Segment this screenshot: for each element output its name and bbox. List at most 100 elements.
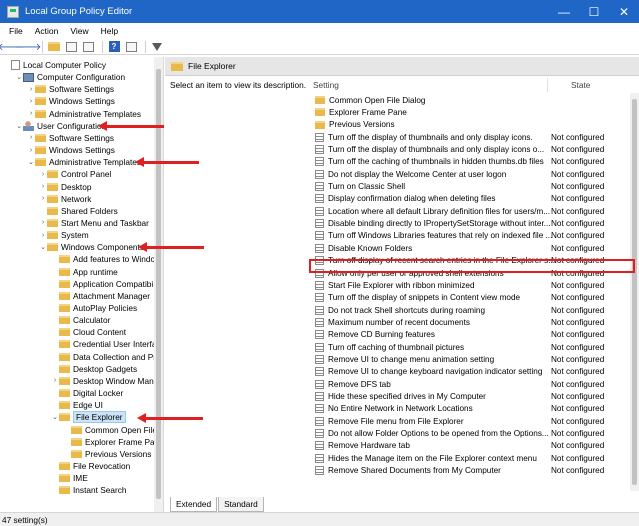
list-item[interactable]: Turn off the display of thumbnails and o… <box>309 131 631 143</box>
list-item[interactable]: Remove UI to change menu animation setti… <box>309 353 631 365</box>
tree-item[interactable]: ⌄ Computer Configuration <box>15 71 125 83</box>
tree-item[interactable]: › Start Menu and Taskbar <box>39 217 149 229</box>
list-item[interactable]: Remove Hardware tab Not configured <box>309 440 631 452</box>
list-item[interactable]: Disable Known Folders Not configured <box>309 242 631 254</box>
expand-chevron-icon[interactable]: › <box>39 232 47 239</box>
list-item[interactable]: Explorer Frame Pane <box>309 106 631 118</box>
list-item[interactable]: Remove UI to change keyboard navigation … <box>309 366 631 378</box>
list-scrollbar[interactable] <box>630 93 639 491</box>
list-item[interactable]: Turn off Windows Libraries features that… <box>309 230 631 242</box>
close-button[interactable]: ✕ <box>609 0 639 23</box>
list-item[interactable]: Previous Versions <box>309 119 631 131</box>
tree-item[interactable]: Data Collection and Pr <box>51 351 156 363</box>
tree-item[interactable]: IME <box>51 472 88 484</box>
list-item[interactable]: Remove DFS tab Not configured <box>309 378 631 390</box>
menu-view[interactable]: View <box>64 26 94 36</box>
list-item[interactable]: Display confirmation dialog when deletin… <box>309 193 631 205</box>
expand-chevron-icon[interactable]: › <box>27 147 35 154</box>
list-item[interactable]: Common Open File Dialog <box>309 94 631 106</box>
expand-chevron-icon[interactable]: › <box>39 171 47 178</box>
list-item[interactable]: Turn off caching of thumbnail pictures No… <box>309 341 631 353</box>
list-item[interactable]: Do not track Shell shortcuts during roam… <box>309 304 631 316</box>
tree-item[interactable]: Credential User Interfac <box>51 338 161 350</box>
expand-chevron-icon[interactable]: ⌄ <box>15 122 23 130</box>
tree-item[interactable]: › Windows Settings <box>27 144 115 156</box>
expand-chevron-icon[interactable]: › <box>27 134 35 141</box>
list-item[interactable]: No Entire Network in Network Locations No… <box>309 403 631 415</box>
column-divider[interactable] <box>547 78 548 92</box>
list-scroll-thumb[interactable] <box>632 99 637 485</box>
list-item[interactable]: Turn off the display of thumbnails and o… <box>309 143 631 155</box>
tree-item[interactable]: › Control Panel <box>39 168 111 180</box>
tab-standard[interactable]: Standard <box>218 497 264 512</box>
menu-help[interactable]: Help <box>95 26 124 36</box>
list-item[interactable]: Turn on Classic Shell Not configured <box>309 180 631 192</box>
tree-item[interactable]: › Desktop Window Mana <box>51 375 158 387</box>
expand-chevron-icon[interactable]: › <box>27 86 35 93</box>
tree-item[interactable]: Shared Folders <box>39 205 118 217</box>
properties-icon[interactable] <box>124 40 138 53</box>
tree-item[interactable]: Previous Versions <box>63 448 151 460</box>
expand-chevron-icon[interactable]: ⌄ <box>27 158 35 166</box>
column-header-state[interactable]: State <box>571 76 590 93</box>
tree-item[interactable]: Explorer Frame Pan <box>63 436 159 448</box>
tree-item[interactable]: Cloud Content <box>51 326 126 338</box>
list-item[interactable]: Remove Shared Documents from My Computer… <box>309 465 631 477</box>
tree-item[interactable]: Application Compatibi <box>51 278 153 290</box>
expand-chevron-icon[interactable]: ⌄ <box>15 73 23 81</box>
tree-scroll-thumb[interactable] <box>156 69 161 499</box>
tree-item[interactable]: App runtime <box>51 266 118 278</box>
expand-chevron-icon[interactable]: › <box>39 183 47 190</box>
tree-item[interactable]: Add features to Windo <box>51 253 155 265</box>
tree-item[interactable]: Common Open File <box>63 424 157 436</box>
tree-item[interactable]: › Software Settings <box>27 83 114 95</box>
tree-item[interactable]: › Software Settings <box>27 132 114 144</box>
list-item[interactable]: Remove File menu from File Explorer Not c… <box>309 415 631 427</box>
tree-item[interactable]: Edge UI <box>51 399 103 411</box>
menu-action[interactable]: Action <box>29 26 65 36</box>
expand-chevron-icon[interactable]: › <box>27 98 35 105</box>
tree-item[interactable]: ⌄ File Explorer <box>51 411 126 424</box>
export-list-icon[interactable] <box>81 40 95 53</box>
expand-chevron-icon[interactable]: › <box>39 219 47 226</box>
list-item[interactable]: Remove CD Burning features Not configured <box>309 329 631 341</box>
tree-item[interactable]: › System <box>39 229 89 241</box>
help-icon[interactable]: ? <box>107 40 121 53</box>
expand-chevron-icon[interactable]: ⌄ <box>39 243 47 251</box>
tree-item[interactable]: Calculator <box>51 314 110 326</box>
tree-item[interactable]: Digital Locker <box>51 387 123 399</box>
tree-item[interactable]: File Revocation <box>51 460 130 472</box>
list-item[interactable]: Location where all default Library defin… <box>309 205 631 217</box>
show-hide-tree-icon[interactable] <box>64 40 78 53</box>
tree-item[interactable]: › Administrative Templates <box>27 108 141 120</box>
list-item[interactable]: Start File Explorer with ribbon minimize… <box>309 279 631 291</box>
list-item[interactable]: Maximum number of recent documents Not co… <box>309 316 631 328</box>
list-item[interactable]: Do not display the Welcome Center at use… <box>309 168 631 180</box>
tree-item[interactable]: › Desktop <box>39 181 92 193</box>
expand-chevron-icon[interactable]: › <box>39 195 47 202</box>
column-header-setting[interactable]: Setting <box>313 76 339 93</box>
list-item[interactable]: Hides the Manage item on the File Explor… <box>309 452 631 464</box>
tree-item[interactable]: Attachment Manager <box>51 290 150 302</box>
tree-item[interactable]: ⌄ Windows Components <box>39 241 144 253</box>
tab-extended[interactable]: Extended <box>170 497 218 512</box>
maximize-button[interactable]: ☐ <box>579 0 609 23</box>
up-folder-icon[interactable] <box>47 40 61 53</box>
tree-item[interactable]: ⌄ Administrative Templates <box>27 156 141 168</box>
list-item[interactable]: Do not allow Folder Options to be opened… <box>309 427 631 439</box>
menu-file[interactable]: File <box>3 26 29 36</box>
expand-chevron-icon[interactable]: › <box>27 110 35 117</box>
tree-item[interactable]: Desktop Gadgets <box>51 363 137 375</box>
tree-item[interactable]: › Windows Settings <box>27 95 115 107</box>
list-item[interactable]: Turn off the caching of thumbnails in hi… <box>309 156 631 168</box>
tree-item[interactable]: ⌄ User Configuration <box>15 120 106 132</box>
tree-item[interactable]: Instant Search <box>51 484 127 496</box>
tree-item[interactable]: Local Computer Policy <box>3 59 106 71</box>
tree-item[interactable]: AutoPlay Policies <box>51 302 137 314</box>
forward-arrow-icon[interactable]: 🡒 <box>15 40 42 53</box>
expand-chevron-icon[interactable]: ⌄ <box>51 413 59 421</box>
minimize-button[interactable]: — <box>549 0 579 23</box>
list-item[interactable]: Turn off the display of snippets in Cont… <box>309 292 631 304</box>
expand-chevron-icon[interactable]: › <box>51 377 59 384</box>
list-item[interactable]: Hide these specified drives in My Comput… <box>309 390 631 402</box>
